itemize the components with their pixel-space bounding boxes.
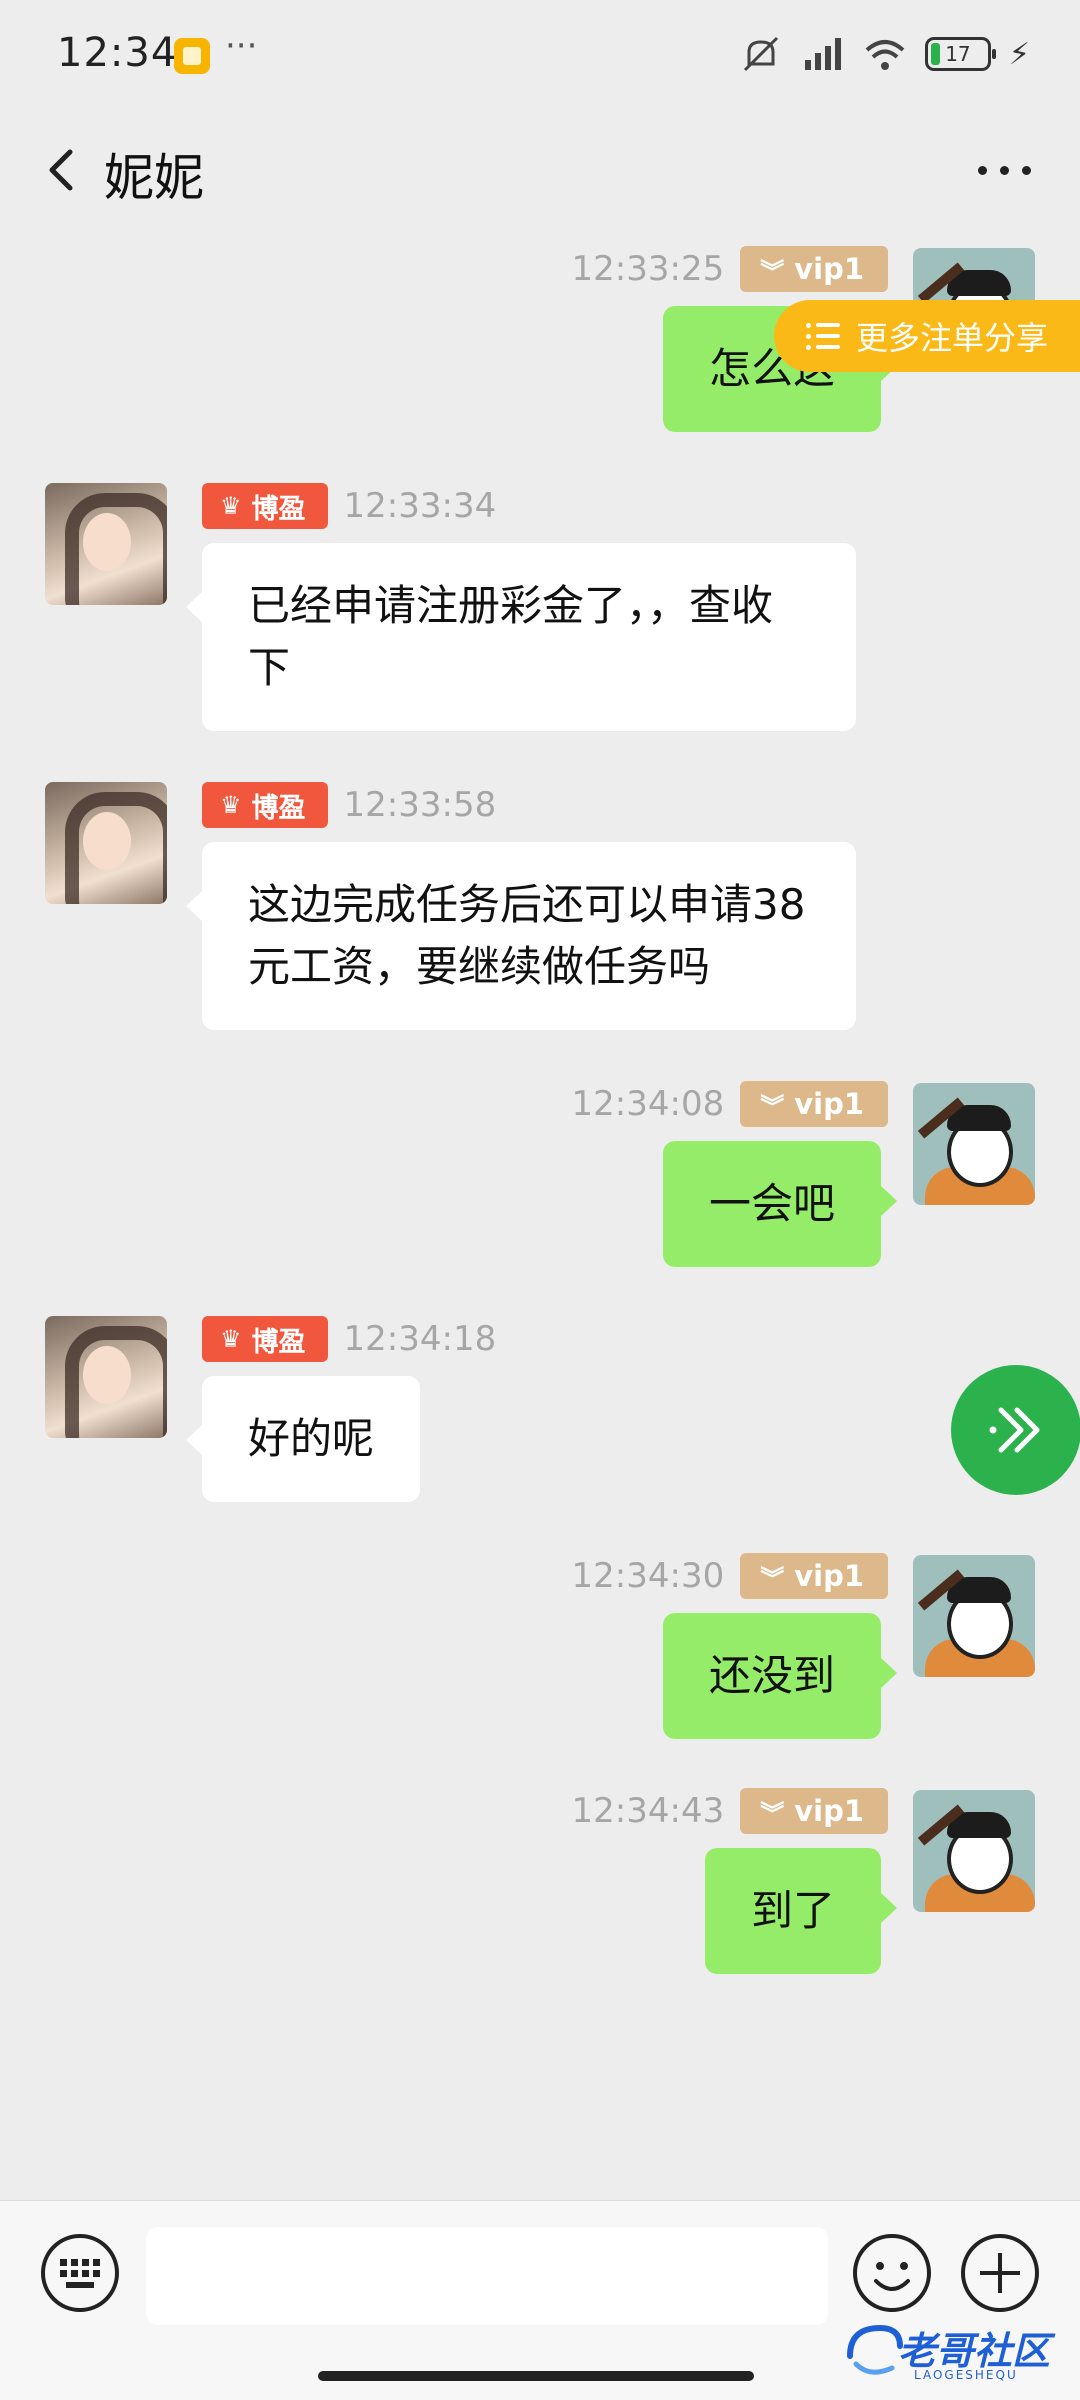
crown-icon: ♛ (220, 492, 242, 520)
vip-badge: ︾ vip1 (740, 246, 888, 292)
message-meta: 12:33:25 ︾ vip1 (572, 246, 888, 292)
status-more-icon: ··· (225, 26, 258, 66)
message-meta: 12:34:30 ︾ vip1 (572, 1553, 888, 1599)
status-time: 12:34 (57, 30, 178, 76)
vip-chevron-icon: ︾ (760, 1092, 785, 1121)
message-item: 12:34:08 ︾ vip1 一会吧 (0, 1081, 1080, 1267)
vip-badge: ︾ vip1 (740, 1788, 888, 1834)
list-icon (806, 321, 840, 351)
chat-title: 妮妮 (104, 149, 204, 207)
back-icon[interactable] (38, 140, 88, 200)
signal-icon (804, 38, 841, 70)
vip-chevron-icon: ︾ (760, 1799, 785, 1828)
message-item: 12:34:30 ︾ vip1 还没到 (0, 1553, 1080, 1739)
watermark-logo: 老哥社区 LAOGESHEQU (840, 2310, 1080, 2390)
message-item: ♛ 博盈 12:33:34 已经申请注册彩金了，，查收下 (0, 483, 1080, 733)
my-avatar[interactable] (913, 1790, 1035, 1912)
my-message-bubble[interactable]: 一会吧 (662, 1141, 898, 1267)
contact-message-bubble[interactable]: 好的呢 (185, 1376, 421, 1502)
contact-message-bubble[interactable]: 这边完成任务后还可以申请38元工资，要继续做任务吗 (186, 842, 856, 1030)
vip-chevron-icon: ︾ (760, 1564, 785, 1593)
watermark-text: 老哥社区 (898, 2329, 1051, 2373)
battery-icon: 17 (924, 37, 996, 71)
boying-badge: ♛ 博盈 (202, 1316, 328, 1362)
message-item: 12:34:43 ︾ vip1 到了 (0, 1788, 1080, 1974)
watermark-subtext: LAOGESHEQU (914, 2368, 1018, 2382)
jump-to-latest-button[interactable] (951, 1365, 1080, 1495)
vip-badge: ︾ vip1 (740, 1081, 888, 1127)
message-meta: 12:34:08 ︾ vip1 (572, 1081, 888, 1127)
emoji-icon[interactable] (850, 2231, 934, 2315)
message-timestamp: 12:34:18 (343, 1319, 497, 1359)
message-timestamp: 12:34:08 (571, 1084, 725, 1124)
message-timestamp: 12:33:34 (343, 486, 497, 526)
message-meta: ♛ 博盈 12:33:34 (202, 483, 496, 529)
contact-avatar[interactable] (45, 483, 167, 605)
message-item: ♛ 博盈 12:34:18 好的呢 (0, 1316, 1080, 1506)
my-avatar[interactable] (913, 1083, 1035, 1205)
share-more-bets-label: 更多注单分享 (856, 319, 1049, 357)
contact-avatar[interactable] (45, 1316, 167, 1438)
app-notification-icon (174, 38, 210, 74)
contact-avatar[interactable] (45, 782, 167, 904)
contact-message-bubble[interactable]: 已经申请注册彩金了，，查收下 (186, 543, 856, 731)
home-indicator[interactable] (318, 2371, 754, 2381)
wifi-icon (865, 40, 905, 70)
plus-icon[interactable] (958, 2231, 1042, 2315)
crown-icon: ♛ (220, 791, 242, 819)
my-message-bubble[interactable]: 到了 (704, 1848, 898, 1974)
boying-badge: ♛ 博盈 (202, 782, 328, 828)
share-more-bets-button[interactable]: 更多注单分享 (774, 300, 1080, 372)
message-meta: ♛ 博盈 12:33:58 (202, 782, 496, 828)
more-options-icon[interactable] (970, 150, 1040, 190)
message-timestamp: 12:33:25 (571, 249, 725, 289)
status-bar: 12:34 ··· 17 ⚡ (0, 0, 1080, 110)
message-timestamp: 12:34:43 (571, 1791, 725, 1831)
vip-chevron-icon: ︾ (760, 257, 785, 286)
message-timestamp: 12:33:58 (343, 785, 497, 825)
keyboard-icon[interactable] (38, 2231, 122, 2315)
status-icons: 17 ⚡ (739, 32, 1030, 76)
crown-icon: ♛ (220, 1325, 242, 1353)
mute-icon (743, 36, 778, 72)
charging-icon: ⚡ (1008, 36, 1030, 72)
vip-badge: ︾ vip1 (740, 1553, 888, 1599)
message-input[interactable] (146, 2227, 828, 2325)
double-chevron-right-icon (989, 1407, 1040, 1453)
message-meta: 12:34:43 ︾ vip1 (572, 1788, 888, 1834)
my-avatar[interactable] (913, 1555, 1035, 1677)
message-timestamp: 12:34:30 (571, 1556, 725, 1596)
message-meta: ♛ 博盈 12:34:18 (202, 1316, 496, 1362)
boying-badge: ♛ 博盈 (202, 483, 328, 529)
message-item: ♛ 博盈 12:33:58 这边完成任务后还可以申请38元工资，要继续做任务吗 (0, 782, 1080, 1032)
chat-header: 妮妮 (0, 110, 1080, 230)
my-message-bubble[interactable]: 还没到 (662, 1613, 898, 1739)
